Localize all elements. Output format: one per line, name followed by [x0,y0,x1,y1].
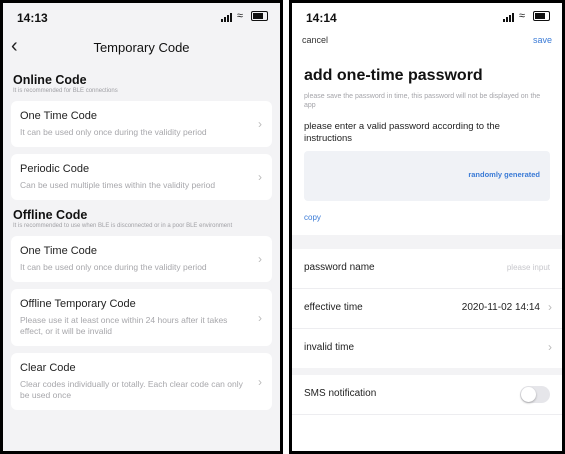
clear-code-card[interactable]: Clear Code Clear codes individually or t… [11,353,272,410]
sms-notification-label: SMS notification [304,388,377,399]
password-name-label: password name [304,262,375,273]
card-title: Offline Temporary Code [20,298,136,310]
battery-icon [251,11,268,22]
randomly-generated-button[interactable]: randomly generated [468,170,540,179]
password-form: add one-time password please save the pa… [292,67,562,225]
chevron-right-icon: › [258,252,262,266]
save-notice: please save the password in time, this p… [304,93,541,109]
temporary-code-screen: 14:13 ≈ ‹ Temporary Code Online Code It … [0,0,283,454]
card-description: It can be used only once during the vali… [20,262,207,272]
page-title: add one-time password [304,67,483,84]
battery-icon [533,11,550,22]
chevron-right-icon: › [258,117,262,131]
cancel-button[interactable]: cancel [302,35,328,45]
nav-bar: ‹ Temporary Code [3,31,280,65]
signal-icon [502,10,515,23]
chevron-right-icon: › [548,300,552,314]
sms-notification-row: SMS notification [292,375,562,415]
card-description: Clear codes individually or totally. Eac… [20,379,243,400]
status-bar: 14:13 ≈ [3,3,280,31]
card-title: Periodic Code [20,163,90,175]
password-input[interactable]: randomly generated [304,151,550,201]
chevron-right-icon: › [258,310,262,325]
signal-icon [220,10,233,23]
wifi-icon: ≈ [518,10,526,22]
effective-time-row[interactable]: effective time 2020-11-02 14:14 › [292,289,562,329]
card-description: Please use it at least once within 24 ho… [20,315,228,336]
online-code-section: Online Code It is recommended for BLE co… [3,73,280,94]
card-description: It can be used only once during the vali… [20,127,207,137]
status-time: 14:13 [17,11,48,25]
add-password-screen: 14:14 ≈ cancel save add one-time passwor… [289,0,565,454]
password-name-row[interactable]: password name please input [292,249,562,289]
status-icons: ≈ [220,10,268,23]
card-title: Clear Code [20,362,76,374]
save-button[interactable]: save [533,35,552,45]
card-title: One Time Code [20,110,98,122]
periodic-code-card[interactable]: Periodic Code Can be used multiple times… [11,154,272,200]
page-title: Temporary Code [93,40,190,55]
online-one-time-code-card[interactable]: One Time Code It can be used only once d… [11,101,272,147]
online-code-hint: It is recommended for BLE connections [13,88,118,94]
card-title: One Time Code [20,245,98,257]
invalid-time-label: invalid time [304,342,355,353]
status-bar: 14:14 ≈ [292,3,562,31]
status-icons: ≈ [502,10,550,23]
card-description: Can be used multiple times within the va… [20,180,216,190]
nav-bar: cancel save [292,31,562,55]
chevron-right-icon: › [258,374,262,389]
wifi-icon: ≈ [236,10,244,22]
offline-code-hint: It is recommended to use when BLE is dis… [13,223,233,229]
effective-time-value: 2020-11-02 14:14 [461,302,540,313]
online-code-heading: Online Code [13,73,87,87]
status-time: 14:14 [306,11,337,25]
password-name-input[interactable]: please input [507,263,550,272]
divider [292,235,562,249]
chevron-right-icon: › [548,340,552,354]
offline-temporary-code-card[interactable]: Offline Temporary Code Please use it at … [11,289,272,346]
divider [292,368,562,375]
invalid-time-row[interactable]: invalid time › [292,329,562,368]
sms-notification-toggle[interactable] [520,386,550,403]
offline-one-time-code-card[interactable]: One Time Code It can be used only once d… [11,236,272,282]
instruction-text: please enter a valid password according … [304,121,500,144]
chevron-right-icon: › [258,170,262,184]
offline-code-heading: Offline Code [13,208,88,222]
copy-button[interactable]: copy [304,213,321,222]
effective-time-label: effective time [304,302,363,313]
offline-code-section: Offline Code It is recommended to use wh… [3,208,280,229]
